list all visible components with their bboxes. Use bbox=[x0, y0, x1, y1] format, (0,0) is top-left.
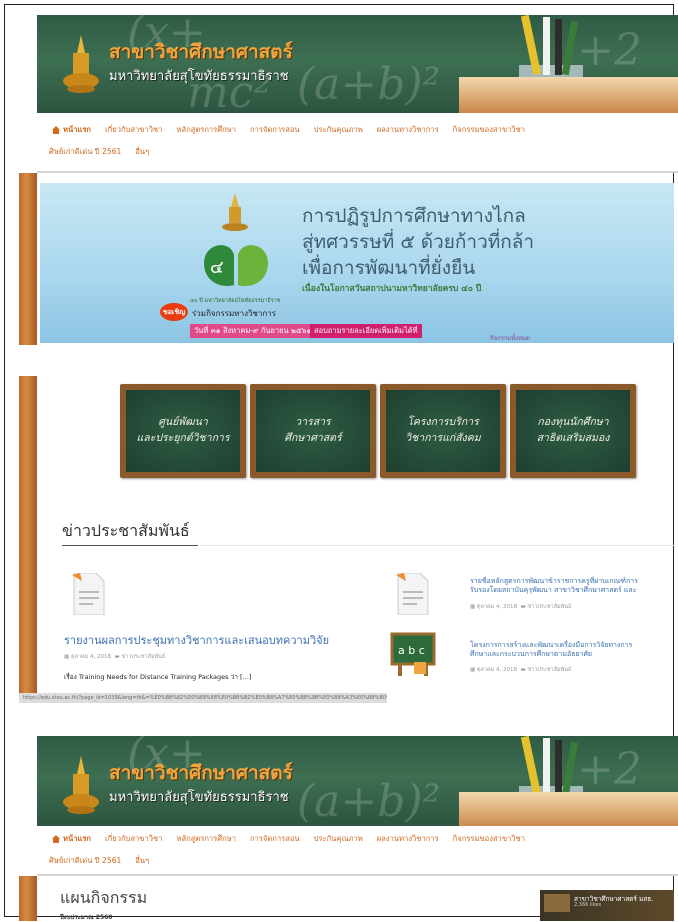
banner-small-text: เนื่องในโอกาสวันสถาปนามหาวิทยาลัยครบ ๔๐ … bbox=[302, 284, 482, 294]
nav-home[interactable]: หน้าแรก bbox=[49, 124, 91, 136]
books-decoration bbox=[459, 792, 678, 826]
stou-logo-icon bbox=[63, 35, 99, 93]
nav-activities-2[interactable]: กิจกรรมของสาขาวิชา bbox=[453, 833, 525, 845]
chalkboard-header: (x+ (a+b)² mc² +2 สาขาวิชาศึกษาศาสตร์ มห… bbox=[37, 15, 678, 113]
main-post-date: ตุลาคม 4, 2018 bbox=[70, 654, 112, 660]
side-post-2-category[interactable]: ข่าวประชาสัมพันธ์ bbox=[527, 667, 571, 673]
stou-logo-icon bbox=[63, 756, 99, 814]
nav-others-2[interactable]: อื่นๆ bbox=[135, 855, 149, 867]
nav-quality-2[interactable]: ประกันคุณภาพ bbox=[314, 833, 363, 845]
stou-emblem-icon bbox=[222, 193, 248, 231]
nav-home-label: หน้าแรก bbox=[63, 125, 92, 134]
abc-label: a b c bbox=[398, 644, 425, 657]
news-heading: ข่าวประชาสัมพันธ์ bbox=[62, 521, 190, 540]
emblem-caption: ๔๐ ปี มหาวิทยาลัยสุโขทัยธรรมาธิราช bbox=[190, 298, 281, 304]
board-social-service-line1: โครงการบริการ bbox=[407, 416, 479, 429]
nav-activities[interactable]: กิจกรรมของสาขาวิชา bbox=[453, 124, 525, 136]
board-student-fund-line2: สาธิตเสริมสมอง bbox=[536, 432, 610, 444]
main-nav-2: หน้าแรก เกี่ยวกับสาขาวิชา หลักสูตรการศึก… bbox=[37, 826, 678, 876]
document-icon bbox=[72, 573, 105, 615]
nav-academic-works-2[interactable]: ผลงานทางวิชาการ bbox=[377, 833, 439, 845]
main-nav: หน้าแรก เกี่ยวกับสาขาวิชา หลักสูตรการศึก… bbox=[37, 113, 678, 173]
board-student-fund[interactable]: กองทุนนักศึกษาสาธิตเสริมสมอง bbox=[510, 384, 636, 478]
side-post-2-title-line2: ศึกษาและกระบวนการศึกษาตามอัธยาศัย bbox=[470, 650, 593, 659]
video-subtitle: 2,366 likes bbox=[574, 902, 602, 908]
side-post-1-category[interactable]: ข่าวประชาสัมพันธ์ bbox=[527, 604, 571, 610]
banner-more-link[interactable]: กิจกรรมทั้งหมด bbox=[490, 333, 530, 343]
home-icon bbox=[52, 835, 60, 843]
nav-curriculum-2[interactable]: หลักสูตรการศึกษา bbox=[176, 833, 236, 845]
document-icon bbox=[396, 573, 429, 615]
side-post-1-date: ตุลาคม 4, 2018 bbox=[476, 604, 518, 610]
main-post-meta: ▦ ตุลาคม 4, 2018 ▬ ข่าวประชาสัมพันธ์ bbox=[64, 653, 165, 661]
banner-date: วันที่ ๓๑ สิงหาคม-๙ กันยายน ๒๕๖๑ bbox=[190, 324, 316, 338]
site-title-2[interactable]: สาขาวิชาศึกษาศาสตร์ bbox=[109, 758, 293, 788]
nav-teaching[interactable]: การจัดการสอน bbox=[250, 124, 300, 136]
nav-quality[interactable]: ประกันคุณภาพ bbox=[314, 124, 363, 136]
banner-register[interactable]: สอบถามรายละเอียดเพิ่มเติมได้ที่ bbox=[310, 324, 422, 338]
calendar-icon: ▦ bbox=[470, 667, 477, 673]
join-badge: ขอเชิญ bbox=[160, 303, 188, 321]
40-years-emblem-icon: ๔ bbox=[204, 245, 268, 287]
board-journal-line2: ศึกษาศาสตร์ bbox=[284, 432, 342, 444]
board-dev-center-line1: ศูนย์พัฒนา bbox=[158, 416, 208, 429]
video-thumbnail bbox=[544, 894, 570, 912]
nav-teaching-2[interactable]: การจัดการสอน bbox=[250, 833, 300, 845]
nav-alumni-2[interactable]: ศิษย์เก่าดีเด่น ปี 2561 bbox=[49, 855, 121, 867]
plan-heading: แผนกิจกรรม bbox=[60, 888, 148, 907]
nav-others[interactable]: อื่นๆ bbox=[135, 146, 149, 158]
nav-home-2[interactable]: หน้าแรก bbox=[49, 833, 91, 845]
site-header: (x+ (a+b)² mc² +2 สาขาวิชาศึกษาศาสตร์ มห… bbox=[19, 15, 678, 113]
board-student-fund-line1: กองทุนนักศึกษา bbox=[537, 416, 609, 429]
side-post-2-date: ตุลาคม 4, 2018 bbox=[476, 667, 518, 673]
board-dev-center-line2: และประยุกต์วิชาการ bbox=[136, 432, 230, 444]
calendar-icon: ▦ bbox=[470, 604, 477, 610]
section-gap-2 bbox=[5, 705, 673, 735]
nav-panel-2: หน้าแรก เกี่ยวกับสาขาวิชา หลักสูตรการศึก… bbox=[19, 826, 678, 876]
site-subtitle-2: มหาวิทยาลัยสุโขทัยธรรมาธิราช bbox=[109, 790, 289, 805]
side-post-1-meta: ▦ ตุลาคม 4, 2018 ▬ ข่าวประชาสัมพันธ์ bbox=[470, 603, 571, 611]
home-icon bbox=[52, 126, 60, 134]
main-post-title[interactable]: รายงานผลการประชุมทางวิชาการและเสนอบทความ… bbox=[64, 631, 329, 649]
facebook-video-widget[interactable]: สาขาวิชาศึกษาศาสตร์ มสธ. 2,366 likes bbox=[540, 890, 674, 921]
section-gap bbox=[5, 345, 673, 375]
side-post-1-title[interactable]: รายชื่อหลักสูตรการพัฒนาข้าราชการครูที่ผ่… bbox=[470, 577, 638, 596]
board-journal[interactable]: วารสารศึกษาศาสตร์ bbox=[250, 384, 376, 478]
calendar-icon: ▦ bbox=[64, 654, 71, 660]
nav-about-2[interactable]: เกี่ยวกับสาขาวิชา bbox=[105, 833, 162, 845]
board-social-service[interactable]: โครงการบริการวิชาการแก่สังคม bbox=[380, 384, 506, 478]
main-post-category[interactable]: ข่าวประชาสัมพันธ์ bbox=[121, 654, 165, 660]
nav-home-label-2: หน้าแรก bbox=[63, 834, 92, 843]
board-dev-center[interactable]: ศูนย์พัฒนาและประยุกต์วิชาการ bbox=[120, 384, 246, 478]
site-title[interactable]: สาขาวิชาศึกษาศาสตร์ bbox=[109, 37, 293, 67]
banner-join-text: ร่วมกิจกรรมทางวิชาการ bbox=[192, 309, 277, 318]
hero-banner[interactable]: ๔ ๔๐ ปี มหาวิทยาลัยสุโขทัยธรรมาธิราช การ… bbox=[40, 183, 674, 343]
wood-border-left-2 bbox=[19, 376, 37, 693]
chalkboard-abc-icon: a b c bbox=[390, 632, 436, 676]
nav-panel: หน้าแรก เกี่ยวกับสาขาวิชา หลักสูตรการศึก… bbox=[19, 113, 678, 173]
nav-about[interactable]: เกี่ยวกับสาขาวิชา bbox=[105, 124, 162, 136]
news-rule bbox=[200, 545, 674, 546]
svg-text:๔: ๔ bbox=[210, 257, 224, 278]
nav-curriculum[interactable]: หลักสูตรการศึกษา bbox=[176, 124, 236, 136]
main-post-excerpt: เรื่อง Training Needs for Distance Train… bbox=[64, 673, 252, 681]
banner-line-3: เพื่อการพัฒนาที่ยั่งยืน bbox=[302, 257, 476, 279]
nav-academic-works[interactable]: ผลงานทางวิชาการ bbox=[377, 124, 439, 136]
news-heading-underline bbox=[62, 545, 198, 546]
board-journal-line1: วารสาร bbox=[295, 416, 331, 429]
chalkboard-header-2: (x+ (a+b)² +2 สาขาวิชาศึกษาศาสตร์ มหาวิท… bbox=[37, 736, 678, 826]
site-subtitle: มหาวิทยาลัยสุโขทัยธรรมาธิราช bbox=[109, 69, 289, 84]
books-decoration bbox=[459, 77, 678, 113]
side-post-1-title-line2: รับรองโดยสถาบันคุรุพัฒนา สาขาวิชาศึกษาศา… bbox=[470, 586, 637, 595]
site-header-2: (x+ (a+b)² +2 สาขาวิชาศึกษาศาสตร์ มหาวิท… bbox=[19, 736, 678, 826]
side-post-2-meta: ▦ ตุลาคม 4, 2018 ▬ ข่าวประชาสัมพันธ์ bbox=[470, 666, 571, 674]
browser-status-bar: https://edu.stou.ac.th/?page_id=1039&lan… bbox=[19, 693, 387, 703]
board-social-service-line2: วิชาการแก่สังคม bbox=[405, 432, 481, 444]
nav-alumni[interactable]: ศิษย์เก่าดีเด่น ปี 2561 bbox=[49, 146, 121, 158]
side-post-2-title[interactable]: โครงการการสร้างและพัฒนาเครื่องมือการวิจั… bbox=[470, 641, 632, 660]
